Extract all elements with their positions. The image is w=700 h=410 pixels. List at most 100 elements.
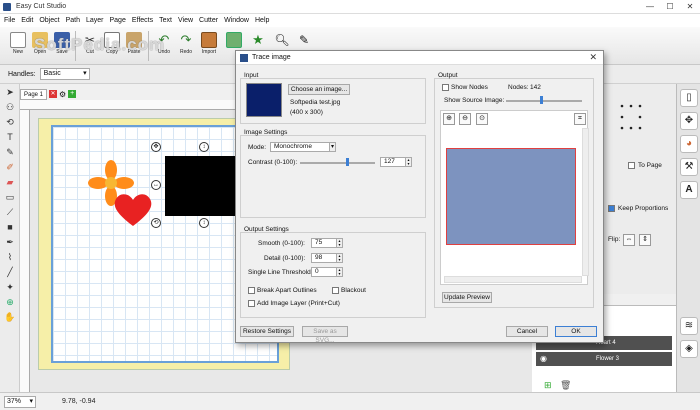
menu-file[interactable]: File	[4, 17, 15, 24]
spinner-arrows-icon[interactable]: ▴ ▾	[336, 239, 342, 247]
show-nodes-checkbox[interactable]	[442, 84, 449, 91]
eraser-icon[interactable]: ▰	[3, 176, 17, 189]
choose-image-button[interactable]: Choose an image...	[288, 84, 350, 95]
minimize-button[interactable]: —	[640, 0, 660, 14]
preview-horizontal-scrollbar[interactable]	[444, 276, 582, 283]
menu-cutter[interactable]: Cutter	[199, 17, 218, 24]
resize-handle-icon[interactable]: ✥	[151, 142, 161, 152]
brush-icon[interactable]: ✐	[3, 161, 17, 174]
threshold-spinbox[interactable]: 0 ▴ ▾	[311, 267, 343, 277]
zoom-select[interactable]: 37%	[4, 395, 36, 408]
menu-view[interactable]: View	[178, 17, 193, 24]
flip-horizontal-icon[interactable]: ⇔	[623, 234, 635, 246]
select-arrow-icon[interactable]: ➤	[3, 86, 17, 99]
layers-icon[interactable]: ≋	[680, 317, 698, 335]
crop-icon[interactable]: ⌗	[574, 113, 586, 125]
text-style-icon[interactable]: A	[680, 181, 698, 199]
gear-icon[interactable]: ⚙	[59, 90, 66, 99]
redo-button[interactable]: ↷ Redo	[174, 30, 198, 63]
menu-object[interactable]: Object	[39, 17, 59, 24]
detail-spinbox[interactable]: 98 ▴ ▾	[311, 253, 343, 263]
cancel-button[interactable]: Cancel	[506, 326, 548, 337]
resize-handle-icon[interactable]: ↕	[199, 218, 209, 228]
resize-handle-icon[interactable]: ↔	[151, 180, 161, 190]
add-page-icon[interactable]: +	[68, 90, 77, 98]
smooth-value: 75	[315, 239, 323, 246]
traced-black-rectangle[interactable]	[165, 156, 237, 216]
zoom-fit-icon[interactable]: ⊙	[476, 113, 488, 125]
menu-help[interactable]: Help	[255, 17, 269, 24]
contrast-label: Contrast (0-100):	[248, 159, 298, 166]
add-layer-icon[interactable]: ⊞	[544, 380, 552, 391]
import-button[interactable]: Import	[197, 30, 221, 63]
spinner-arrows-icon[interactable]: ▴ ▾	[405, 158, 411, 166]
knife-icon[interactable]: ⟋	[3, 206, 17, 219]
bezier-icon[interactable]: ⌇	[3, 251, 17, 264]
wrench-icon[interactable]: ⚒	[680, 158, 698, 176]
new-button[interactable]: New	[6, 30, 30, 63]
rotate-handle-icon[interactable]: ⟲	[151, 218, 161, 228]
layer-name: Flower 3	[596, 356, 620, 362]
zoom-out-icon[interactable]: ⊖	[459, 113, 471, 125]
delete-layer-icon[interactable]: 🗑︎	[560, 380, 571, 391]
maximize-button[interactable]: ☐	[660, 0, 680, 14]
alignment-dots-icon[interactable]	[619, 102, 643, 132]
spinner-arrows-icon[interactable]: ▴ ▾	[336, 268, 342, 276]
text-tool-icon[interactable]: T	[3, 131, 17, 144]
contrast-slider-thumb[interactable]	[345, 158, 349, 166]
rotate-icon[interactable]: ⟲	[3, 116, 17, 129]
show-source-slider[interactable]	[506, 100, 582, 102]
resize-handle-icon[interactable]: ↕	[199, 142, 209, 152]
restore-settings-button[interactable]: Restore Settings	[240, 326, 294, 337]
smooth-spinbox[interactable]: 75 ▴ ▾	[311, 238, 343, 248]
show-source-slider-thumb[interactable]	[540, 96, 543, 104]
page-tab[interactable]: Page 1	[20, 88, 48, 100]
blackout-label: Blackout	[341, 287, 366, 294]
layer-row[interactable]: Flower 3	[536, 352, 672, 366]
menu-text[interactable]: Text	[159, 17, 172, 24]
close-button[interactable]: ✕	[680, 0, 700, 14]
add-image-layer-checkbox[interactable]	[248, 300, 255, 307]
document-icon[interactable]: ▯	[680, 89, 698, 107]
break-apart-checkbox[interactable]	[248, 287, 255, 294]
handles-select[interactable]: Basic	[39, 68, 90, 80]
rectangle-icon[interactable]: ▭	[3, 191, 17, 204]
close-tab-icon[interactable]: ✕	[49, 90, 58, 98]
menu-path[interactable]: Path	[66, 17, 80, 24]
keep-proportions-checkbox[interactable]	[608, 205, 615, 212]
menu-layer[interactable]: Layer	[86, 17, 104, 24]
menu-window[interactable]: Window	[224, 17, 249, 24]
cut-settings-icon[interactable]: ◈	[680, 340, 698, 358]
heart-shape[interactable]	[112, 192, 154, 228]
ok-button[interactable]: OK	[555, 326, 597, 337]
preview-vertical-scrollbar[interactable]	[582, 128, 589, 276]
spinner-arrows-icon[interactable]: ▴ ▾	[336, 254, 342, 262]
save-as-svg-button[interactable]: Save as SVG...	[302, 326, 348, 344]
menu-edit[interactable]: Edit	[21, 17, 33, 24]
flip-vertical-icon[interactable]: ⇕	[639, 234, 651, 246]
line-icon[interactable]: ╱	[3, 266, 17, 279]
move-icon[interactable]: ✥	[680, 112, 698, 130]
update-preview-button[interactable]: Update Preview	[442, 292, 492, 303]
dialog-close-icon[interactable]: ✕	[589, 52, 597, 63]
hand-icon[interactable]: ✋	[3, 311, 17, 324]
contrast-slider[interactable]	[300, 162, 375, 164]
pen-path-icon[interactable]: ✒	[3, 236, 17, 249]
zoom-icon[interactable]: ⊕	[3, 296, 17, 309]
app-logo-icon	[3, 2, 11, 11]
node-edit-icon[interactable]: ⚇	[3, 101, 17, 114]
zoom-in-icon[interactable]: ⊕	[443, 113, 455, 125]
square-icon[interactable]: ■	[3, 221, 17, 234]
eye-icon[interactable]: ◉	[540, 354, 547, 363]
mode-select[interactable]: Monochrome ▾	[270, 142, 336, 152]
menu-effects[interactable]: Effects	[132, 17, 153, 24]
contrast-spinbox[interactable]: 127 ▴ ▾	[380, 157, 412, 167]
contrast-value: 127	[384, 158, 395, 165]
pencil-icon[interactable]: ✎	[3, 146, 17, 159]
to-page-checkbox[interactable]	[628, 162, 635, 169]
star-shape-icon[interactable]: ✦	[3, 281, 17, 294]
blackout-checkbox[interactable]	[332, 287, 339, 294]
traced-preview-image	[446, 148, 576, 245]
palette-icon[interactable]: ◕	[680, 135, 698, 153]
menu-page[interactable]: Page	[110, 17, 126, 24]
